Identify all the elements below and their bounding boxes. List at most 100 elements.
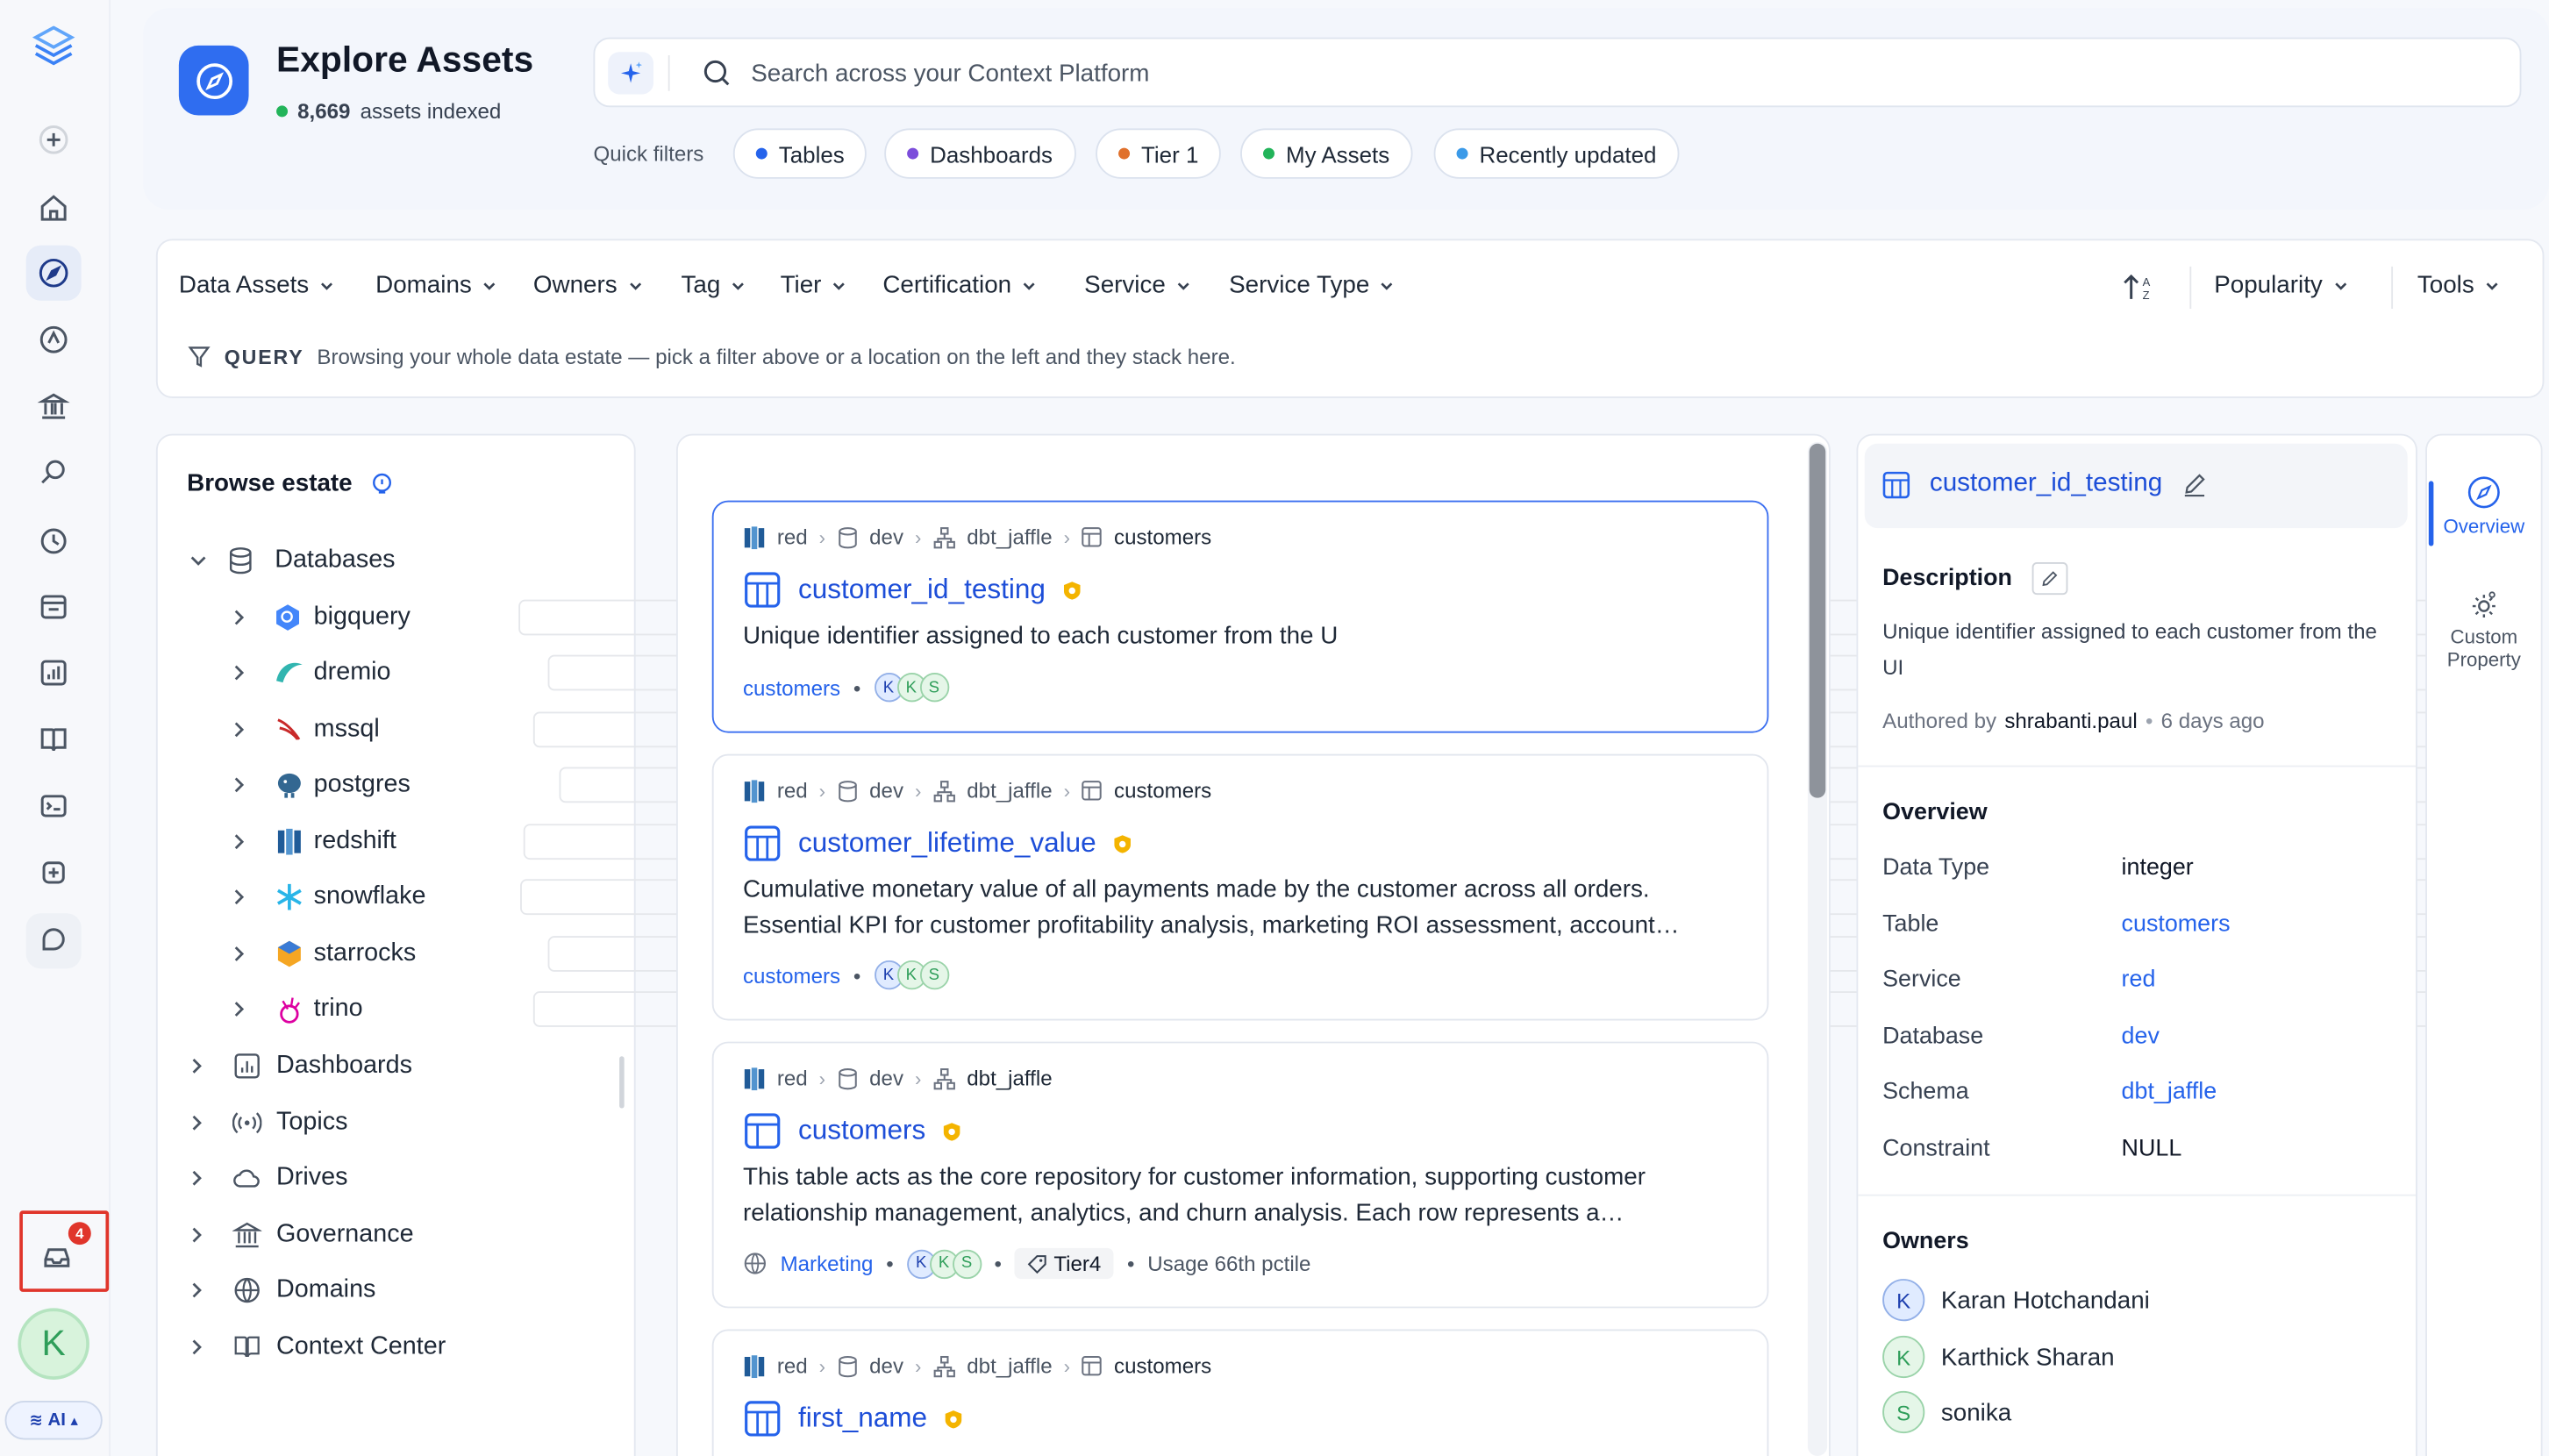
table-icon [745, 825, 781, 861]
edit-pencil-icon[interactable] [2181, 471, 2208, 497]
meta-link[interactable]: customers [743, 675, 840, 700]
crumb[interactable]: dev [869, 778, 903, 803]
clock-icon[interactable] [26, 512, 82, 567]
lightbulb-icon[interactable] [368, 470, 395, 496]
kv-value-link[interactable]: red [2122, 967, 2156, 993]
add-icon[interactable] [26, 112, 82, 168]
avatar[interactable]: S [919, 673, 949, 703]
result-title[interactable]: customer_lifetime_value [743, 824, 1133, 862]
crumb[interactable]: red [777, 778, 808, 803]
quick-filter-tables[interactable]: Tables [732, 128, 868, 179]
owner-avatars: K K S [874, 673, 949, 703]
ai-sparkle-button[interactable] [608, 52, 654, 95]
meta-link[interactable]: customers [743, 963, 840, 988]
filter-domains[interactable]: Domains [375, 271, 497, 299]
tab-custom-property[interactable]: Custom Property [2432, 589, 2537, 671]
filter-tier[interactable]: Tier [781, 271, 848, 299]
tree-topics[interactable]: Topics [185, 1098, 640, 1147]
crumb[interactable]: dbt_jaffle [967, 1066, 1052, 1090]
sort-select[interactable]: Popularity [2214, 271, 2348, 299]
edit-description-button[interactable] [2031, 562, 2067, 596]
observability-icon[interactable] [26, 312, 82, 368]
owner-item[interactable]: S sonika [1882, 1390, 2011, 1434]
ai-label: AI [47, 1410, 66, 1431]
chevron-right-icon [192, 1115, 202, 1131]
result-card[interactable]: red › dev › dbt_jaffle › customers custo… [711, 753, 1769, 1021]
result-title[interactable]: customers [743, 1111, 963, 1150]
dremio-icon [276, 662, 303, 683]
result-title[interactable]: customer_id_testing [743, 570, 1083, 609]
result-card[interactable]: red › dev › dbt_jaffle customers This ta… [711, 1041, 1769, 1309]
search-input[interactable] [751, 54, 2474, 93]
result-title[interactable]: first_name [743, 1399, 965, 1438]
crumb[interactable]: dbt_jaffle [967, 778, 1052, 803]
quick-filter-dashboards[interactable]: Dashboards [884, 128, 1075, 179]
crumb[interactable]: dev [869, 525, 903, 549]
meta-link[interactable]: Marketing [781, 1252, 874, 1276]
terminal-icon[interactable] [26, 778, 82, 833]
filter-divider [2189, 266, 2192, 310]
chat-icon[interactable] [25, 913, 82, 969]
tier-tag[interactable]: Tier4 [1014, 1247, 1115, 1280]
tree-dashboards[interactable]: Dashboards [185, 1042, 640, 1091]
result-card[interactable]: red › dev › dbt_jaffle › customers first… [711, 1329, 1769, 1456]
home-icon[interactable] [26, 181, 82, 236]
filter-service-type[interactable]: Service Type [1229, 271, 1396, 299]
tree-governance[interactable]: Governance [185, 1210, 640, 1260]
tree-databases[interactable]: Databases [187, 536, 642, 585]
crumb[interactable]: dev [869, 1353, 903, 1378]
crumb[interactable]: red [777, 525, 808, 549]
author-name[interactable]: shrabanti.paul [2004, 709, 2137, 733]
schema-icon [933, 1355, 955, 1377]
tree-context-center[interactable]: Context Center [185, 1323, 640, 1372]
ai-toggle-button[interactable]: ≋ AI ▴ [4, 1401, 103, 1440]
quick-filter-tier1[interactable]: Tier 1 [1096, 128, 1222, 179]
filter-label: Owners [532, 271, 618, 299]
explore-compass-icon[interactable] [25, 245, 82, 301]
analytics-icon[interactable] [26, 646, 82, 701]
tools-dropdown[interactable]: Tools [2417, 271, 2501, 299]
filter-tag[interactable]: Tag [682, 271, 746, 299]
result-card[interactable]: red › dev › dbt_jaffle › customers custo… [711, 500, 1769, 733]
detail-title-text[interactable]: customer_id_testing [1930, 469, 2162, 498]
filter-certification[interactable]: Certification [882, 271, 1037, 299]
app-logo-icon[interactable] [29, 25, 78, 75]
crumb[interactable]: red [777, 1353, 808, 1378]
kv-value-link[interactable]: dbt_jaffle [2122, 1079, 2217, 1105]
quick-filter-recently-updated[interactable]: Recently updated [1433, 128, 1680, 179]
governance-bank-icon[interactable] [26, 379, 82, 434]
marketplace-icon[interactable] [26, 579, 82, 634]
chevron-up-icon: ▴ [70, 1411, 78, 1428]
automation-icon[interactable] [26, 845, 82, 900]
sort-direction-button[interactable]: AZ [2122, 271, 2158, 303]
quick-filters-label: Quick filters [593, 141, 704, 166]
avatar[interactable]: S [952, 1248, 982, 1279]
search-insights-icon[interactable] [26, 446, 82, 501]
filter-data-assets[interactable]: Data Assets [179, 271, 335, 299]
owner-item[interactable]: K Karthick Sharan [1882, 1335, 2115, 1379]
owner-item[interactable]: K Karan Hotchandani [1882, 1279, 2150, 1322]
crumb[interactable]: dev [869, 1066, 903, 1090]
kv-value-link[interactable]: dev [2122, 1024, 2160, 1050]
avatar[interactable]: S [919, 960, 949, 990]
book-icon[interactable] [26, 711, 82, 767]
kv-value-link[interactable]: customers [2122, 911, 2231, 938]
crumb[interactable]: customers [1114, 1353, 1211, 1378]
tree-domains[interactable]: Domains [185, 1266, 640, 1315]
tree-scrollbar[interactable] [619, 1056, 625, 1109]
quick-filter-my-assets[interactable]: My Assets [1240, 128, 1413, 179]
chevron-right-icon [192, 1282, 202, 1298]
filter-owners[interactable]: Owners [532, 271, 643, 299]
results-scrollbar-thumb[interactable] [1809, 443, 1826, 798]
crumb[interactable]: red [777, 1066, 808, 1090]
crumb[interactable]: dbt_jaffle [967, 525, 1052, 549]
kv-key: Schema [1882, 1079, 1969, 1105]
user-avatar[interactable]: K [18, 1308, 89, 1380]
tab-overview[interactable]: Overview [2432, 475, 2537, 538]
filter-service[interactable]: Service [1084, 271, 1191, 299]
crumb[interactable]: customers [1114, 778, 1211, 803]
crumb[interactable]: customers [1114, 525, 1211, 549]
tree-drives[interactable]: Drives [185, 1153, 640, 1203]
crumb[interactable]: dbt_jaffle [967, 1353, 1052, 1378]
table-icon [1082, 781, 1103, 801]
